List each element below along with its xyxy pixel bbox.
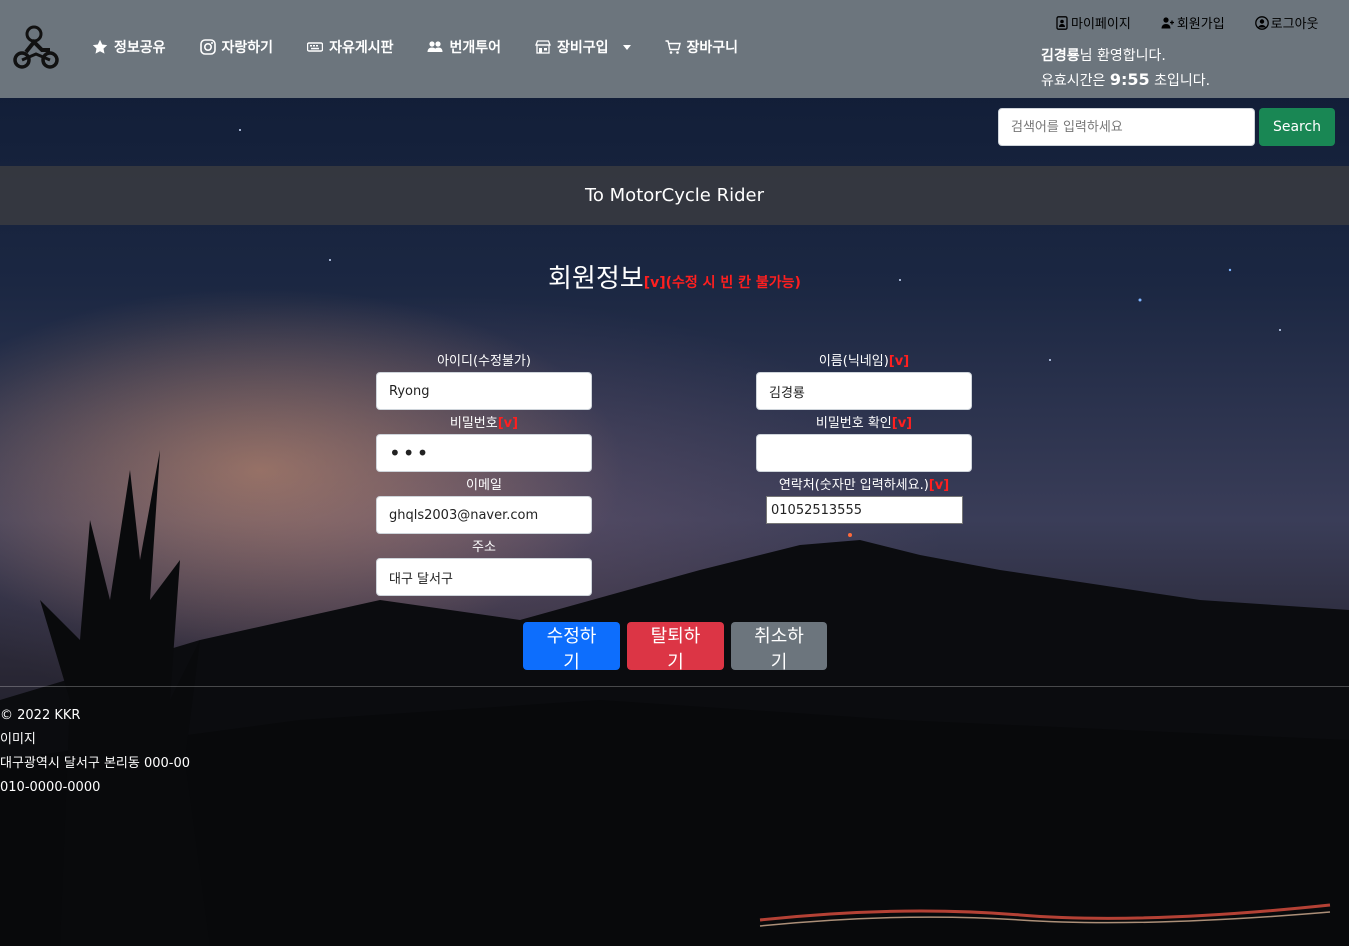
mypage-label: 마이페이지 — [1071, 17, 1131, 32]
name-label: 이름(닉네임)[v] — [756, 352, 972, 372]
password-label: 비밀번호[v] — [376, 414, 592, 434]
footer-phone: 010-0000-0000 — [0, 780, 101, 795]
cancel-button[interactable]: 취소하기 — [731, 622, 827, 673]
motorcycle-logo-icon[interactable] — [12, 24, 60, 72]
logout-link[interactable]: 로그아웃 — [1254, 13, 1319, 32]
logout-label: 로그아웃 — [1270, 17, 1319, 32]
welcome-message: 김경룡님 환영합니다. 유효시간은 9:55 초입니다. — [1041, 44, 1210, 93]
form-title: 회원정보 — [548, 264, 644, 294]
page-banner: To MotorCycle Rider — [0, 166, 1349, 225]
email-label-text: 이메일 — [466, 478, 502, 493]
phone-label: 연락처(숫자만 입력하세요.)[v] — [756, 476, 972, 496]
footer-line2: 이미지 — [0, 732, 36, 747]
password-confirm-field[interactable] — [756, 434, 972, 472]
session-suffix: 초입니다. — [1149, 73, 1211, 89]
main-nav: 정보공유 자랑하기 자유게시판 번개투어 장비구입 장바구니 — [92, 36, 772, 58]
name-label-text: 이름(닉네임) — [818, 354, 889, 369]
user-links: 마이페이지 회원가입 로그아웃 — [1055, 13, 1319, 32]
nav-item-free-board[interactable]: 자유게시판 — [307, 36, 393, 58]
required-mark: [v] — [891, 416, 913, 431]
password-field-group: 비밀번호[v] — [376, 414, 592, 472]
session-prefix: 유효시간은 — [1041, 73, 1110, 89]
nav-item-label: 장바구니 — [686, 39, 739, 55]
phone-field[interactable] — [766, 496, 963, 524]
star-icon — [92, 39, 108, 55]
nav-item-brag[interactable]: 자랑하기 — [199, 36, 274, 58]
nav-item-label: 장비구입 — [557, 39, 609, 55]
save-button[interactable]: 수정하기 — [523, 622, 620, 673]
page-title: 회원정보[v](수정 시 빈 칸 불가능) — [0, 258, 1349, 295]
address-field[interactable] — [376, 558, 592, 596]
address-field-group: 주소 — [376, 538, 592, 596]
person-circle-icon — [1254, 15, 1269, 30]
address-label-text: 주소 — [472, 540, 496, 555]
nav-item-label: 번개투어 — [449, 39, 501, 55]
signup-link[interactable]: 회원가입 — [1161, 13, 1225, 32]
nav-item-equipment-dropdown[interactable]: 장비구입 — [535, 36, 631, 58]
footer: © 2022 KKR 이미지 대구광역시 달서구 본리동 000-00 010-… — [0, 704, 190, 800]
password-confirm-label-text: 비밀번호 확인 — [815, 416, 892, 431]
nav-item-cart[interactable]: 장바구니 — [665, 36, 739, 58]
footer-divider — [0, 686, 1349, 687]
banner-title: To MotorCycle Rider — [584, 185, 764, 206]
required-mark: [v] — [888, 354, 910, 369]
people-icon — [427, 39, 443, 55]
form-title-note: [v](수정 시 빈 칸 불가능) — [643, 275, 801, 291]
phone-field-group: 연락처(숫자만 입력하세요.)[v] — [756, 476, 972, 524]
session-timer: 9:55 — [1109, 70, 1150, 89]
footer-address: 대구광역시 달서구 본리동 000-00 — [0, 756, 191, 771]
top-navbar: 정보공유 자랑하기 자유게시판 번개투어 장비구입 장바구니 마이페이지 회원가… — [0, 0, 1349, 98]
name-field-group: 이름(닉네임)[v] — [756, 352, 972, 410]
search-input[interactable] — [998, 108, 1255, 146]
welcome-name: 김경룡 — [1041, 48, 1080, 64]
email-label: 이메일 — [376, 476, 592, 496]
required-mark: [v] — [497, 416, 519, 431]
footer-copyright: © 2022 KKR — [0, 708, 81, 723]
phone-label-text: 연락처(숫자만 입력하세요.) — [778, 478, 929, 493]
instagram-icon — [199, 39, 216, 55]
cart-icon — [665, 39, 681, 55]
nav-item-lightning-tour[interactable]: 번개투어 — [427, 36, 501, 58]
id-label-text: 아이디(수정불가) — [437, 354, 531, 369]
withdraw-button[interactable]: 탈퇴하기 — [627, 622, 724, 673]
password-field[interactable] — [376, 434, 592, 472]
keyboard-icon — [307, 39, 324, 55]
required-mark: [v] — [928, 478, 950, 493]
id-field-group: 아이디(수정불가) — [376, 352, 592, 410]
password-label-text: 비밀번호 — [449, 416, 498, 431]
chevron-down-icon — [622, 44, 631, 50]
shop-icon — [535, 39, 551, 55]
address-label: 주소 — [376, 538, 592, 558]
person-badge-icon — [1055, 15, 1069, 30]
signup-label: 회원가입 — [1176, 17, 1225, 32]
welcome-suffix: 님 환영합니다. — [1079, 48, 1166, 64]
id-label: 아이디(수정불가) — [376, 352, 592, 372]
mypage-link[interactable]: 마이페이지 — [1055, 13, 1131, 32]
name-field[interactable] — [756, 372, 972, 410]
nav-item-info-share[interactable]: 정보공유 — [92, 36, 166, 58]
password-confirm-field-group: 비밀번호 확인[v] — [756, 414, 972, 472]
person-plus-icon — [1161, 16, 1175, 30]
nav-item-label: 자유게시판 — [329, 39, 394, 55]
nav-item-label: 자랑하기 — [221, 39, 274, 55]
search-button[interactable]: Search — [1259, 108, 1335, 146]
nav-item-label: 정보공유 — [114, 39, 166, 55]
password-confirm-label: 비밀번호 확인[v] — [756, 414, 972, 434]
form-actions: 수정하기 탈퇴하기 취소하기 — [523, 622, 827, 673]
search-form: Search — [998, 108, 1335, 146]
id-field[interactable] — [376, 372, 592, 410]
email-field-group: 이메일 — [376, 476, 592, 534]
email-field[interactable] — [376, 496, 592, 534]
